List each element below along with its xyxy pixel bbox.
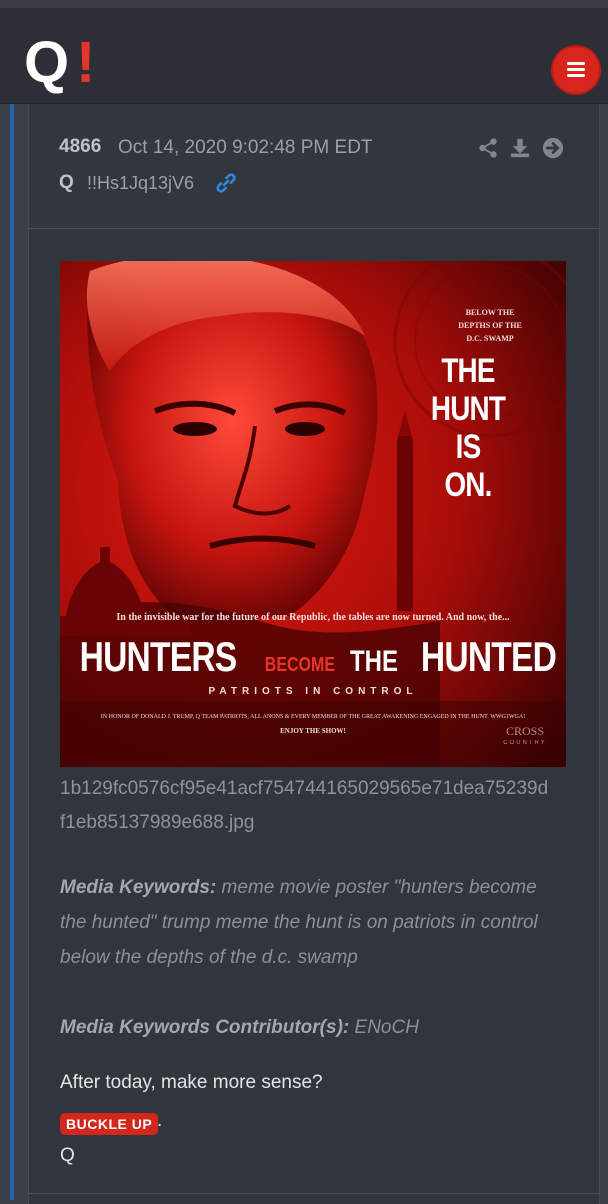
app-header: Q ! <box>0 9 608 104</box>
post-signature: Q <box>60 1145 75 1166</box>
poster-subtitle: PATRIOTS IN CONTROL <box>208 686 418 697</box>
poster-brand: CROSS <box>505 724 545 738</box>
poster-tag: BELOW THE DEPTHS OF THE D.C. SWAMP <box>458 308 522 343</box>
image-filename[interactable]: 1b129fc0576cf95e41acf754744165029565e71d… <box>60 772 608 840</box>
poster-hunt: THE HUNT IS ON. <box>430 352 506 504</box>
logo-q: Q <box>24 30 70 95</box>
hamburger-icon-line <box>567 74 585 77</box>
hamburger-icon-line <box>567 68 585 71</box>
post-number[interactable]: 4866 <box>59 136 101 158</box>
poster-title-hunters: HUNTERS <box>79 633 238 680</box>
post-date: Oct 14, 2020 9:02:48 PM EDT <box>118 137 373 158</box>
contributor-label: Media Keywords Contributor(s): <box>60 1017 350 1038</box>
post-tripcode: !!Hs1Jq13jV6 <box>87 173 195 193</box>
link-icon[interactable] <box>215 172 237 194</box>
post-author: Q <box>59 172 74 193</box>
filename-line-1[interactable]: 1b129fc0576cf95e41acf754744165029565e71d… <box>60 772 608 806</box>
poster-title-the: THE <box>349 645 398 678</box>
post-bottom-border <box>28 1193 600 1194</box>
top-strip <box>0 0 608 9</box>
poster-title-become: BECOME <box>264 654 336 676</box>
post-header: 4866 Oct 14, 2020 9:02:48 PM EDT Q !!Hs1… <box>29 104 599 229</box>
poster-tagline: In the invisible war for the future of o… <box>116 612 510 623</box>
poster-title-hunted: HUNTED <box>420 633 557 680</box>
logo-exclamation: ! <box>76 30 96 95</box>
keywords-contributor: Media Keywords Contributor(s): ENoCH <box>60 1010 560 1045</box>
badge-suffix: . <box>157 1110 163 1131</box>
media-keywords-label: Media Keywords: <box>60 877 217 898</box>
post-message: After today, make more sense? <box>60 1072 323 1093</box>
menu-button[interactable] <box>553 47 599 93</box>
hamburger-icon <box>567 62 585 65</box>
poster-title: HUNTERS BECOME THE HUNTED <box>60 633 566 681</box>
arrow-right-icon[interactable] <box>542 137 564 159</box>
poster-brand-sub: COUNTRY <box>503 740 547 746</box>
post-accent-bar <box>10 104 14 1200</box>
poster-honor: IN HONOR OF DONALD J. TRUMP, Q TEAM PATR… <box>100 714 526 720</box>
buckle-up-badge: BUCKLE UP <box>60 1113 159 1135</box>
filename-line-2[interactable]: f1eb85137989e688.jpg <box>60 806 608 840</box>
contributor-name: ENoCH <box>354 1017 419 1038</box>
download-icon[interactable] <box>509 137 531 159</box>
media-keywords: Media Keywords: meme movie poster "hunte… <box>60 870 540 975</box>
share-icon[interactable] <box>477 137 499 159</box>
